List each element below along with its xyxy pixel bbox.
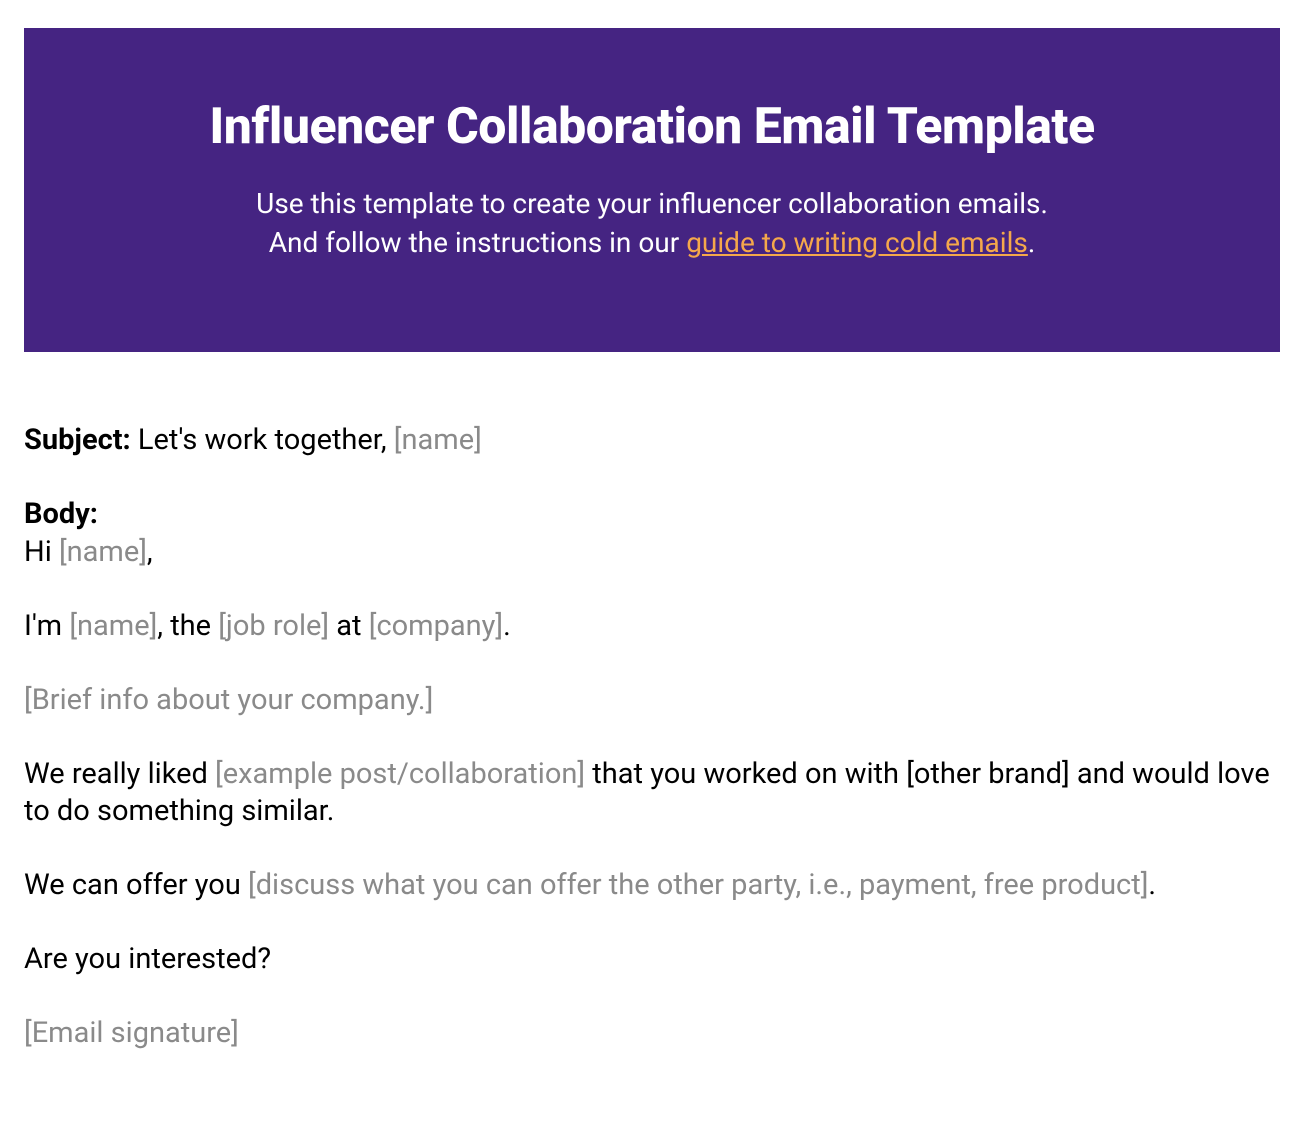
signature-line: [Email signature] — [24, 1015, 1280, 1052]
company-info-line: [Brief info about your company.] — [24, 682, 1280, 719]
intro-company-placeholder: [company] — [369, 609, 503, 643]
banner-subtitle-line2-suffix: . — [1028, 226, 1035, 259]
closing-question: Are you interested? — [24, 941, 1280, 978]
banner-subtitle-line2-prefix: And follow the instructions in our — [269, 226, 686, 259]
liked-line: We really liked [example post/collaborat… — [24, 756, 1280, 830]
banner-title: Influencer Collaboration Email Template — [64, 98, 1240, 156]
intro-name-placeholder: [name] — [69, 609, 157, 643]
intro-after: . — [503, 609, 511, 643]
banner-subtitle: Use this template to create your influen… — [64, 184, 1240, 262]
subject-name-placeholder: [name] — [394, 423, 482, 457]
liked-before: We really liked — [24, 757, 215, 791]
cold-emails-guide-link[interactable]: guide to writing cold emails — [686, 226, 1028, 259]
intro-role-placeholder: [job role] — [218, 609, 329, 643]
body-label: Body: — [24, 497, 98, 531]
greeting-name-placeholder: [name] — [59, 535, 147, 569]
offer-after: . — [1148, 868, 1156, 902]
liked-placeholder: [example post/collaboration] — [215, 757, 585, 791]
intro-mid2: at — [329, 609, 369, 643]
subject-label: Subject: — [24, 423, 131, 457]
offer-line: We can offer you [discuss what you can o… — [24, 867, 1280, 904]
banner: Influencer Collaboration Email Template … — [24, 28, 1280, 352]
signature-placeholder: [Email signature] — [24, 1016, 239, 1050]
intro-before: I'm — [24, 609, 69, 643]
intro-line: I'm [name], the [job role] at [company]. — [24, 608, 1280, 645]
body-section: Body: Hi [name], — [24, 496, 1280, 570]
subject-text: Let's work together, — [131, 423, 394, 457]
subject-line: Subject: Let's work together, [name] — [24, 422, 1280, 459]
company-info-placeholder: [Brief info about your company.] — [24, 683, 433, 717]
banner-subtitle-line1: Use this template to create your influen… — [256, 187, 1048, 220]
intro-mid1: , the — [157, 609, 218, 643]
offer-before: We can offer you — [24, 868, 248, 902]
email-template-content: Subject: Let's work together, [name] Bod… — [24, 422, 1280, 1052]
greeting-before: Hi — [24, 535, 59, 569]
greeting-after: , — [147, 535, 153, 569]
offer-placeholder: [discuss what you can offer the other pa… — [248, 868, 1148, 902]
